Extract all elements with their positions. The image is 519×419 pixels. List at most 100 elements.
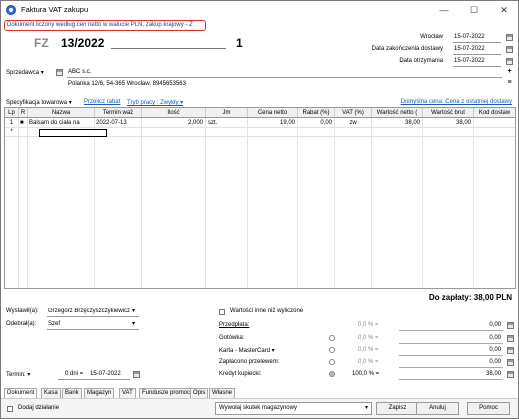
- credit-radio[interactable]: [329, 371, 335, 377]
- other-values-checkbox[interactable]: [219, 309, 225, 315]
- calculator-icon[interactable]: [507, 359, 514, 366]
- work-mode-link[interactable]: Tryb pracy : Zwykły ▾: [127, 99, 183, 106]
- prepayment-amount[interactable]: 0,00: [461, 322, 501, 328]
- col-unit[interactable]: Jm: [206, 108, 248, 117]
- cell-discount[interactable]: 0,00: [298, 119, 332, 128]
- banner-text: Dokument liczony według cen netto w walu…: [7, 22, 193, 28]
- cash-amount[interactable]: 0,00: [461, 335, 501, 341]
- tab-vat[interactable]: VAT: [119, 388, 136, 398]
- received-date-label: Data otrzymania: [399, 58, 443, 64]
- document-info-banner[interactable]: Dokument liczony według cen netto w walu…: [4, 20, 206, 31]
- col-lp[interactable]: Lp: [5, 108, 19, 117]
- prepayment-label[interactable]: Przedpłata:: [219, 322, 249, 328]
- tab-custom[interactable]: Własne: [209, 388, 236, 398]
- contact-card-icon[interactable]: [56, 69, 63, 76]
- add-action-label: Dodaj działanie: [18, 405, 60, 411]
- term-date[interactable]: 15-07-2022: [90, 371, 121, 377]
- issued-by-value[interactable]: Grzegorz Brzęczyszczykiewicz: [48, 308, 130, 314]
- cancel-button[interactable]: Anuluj: [416, 402, 459, 415]
- tab-cash[interactable]: Kasa: [41, 388, 61, 398]
- tab-warehouse[interactable]: Magazyn: [84, 388, 115, 398]
- cell-unit[interactable]: szt.: [208, 119, 246, 128]
- table-row[interactable]: 1 ■ Balsam do ciała na 2022-07-13 2,000 …: [5, 119, 515, 128]
- cell-lp: 1: [9, 120, 14, 126]
- app-icon: [6, 5, 16, 15]
- term-label[interactable]: Termin: ▾: [6, 371, 30, 378]
- calculator-icon[interactable]: [507, 322, 514, 329]
- calculator-icon[interactable]: [507, 371, 514, 378]
- title-bar: Faktura VAT zakupu — ☐ ✕: [1, 1, 518, 19]
- minimize-button[interactable]: —: [429, 1, 459, 19]
- transfer-radio[interactable]: [329, 359, 335, 365]
- calculator-icon[interactable]: [507, 335, 514, 342]
- menu-icon[interactable]: ≡: [506, 79, 513, 86]
- tab-bank[interactable]: Bank: [62, 388, 82, 398]
- place-label: Wrocław: [420, 34, 443, 40]
- col-expiry[interactable]: Termin waż: [95, 108, 142, 117]
- warehouse-effect-dropdown[interactable]: Wywołaj skutek magazynowy ▾: [215, 402, 372, 415]
- issued-underline: [47, 316, 139, 317]
- col-r[interactable]: R: [19, 108, 28, 117]
- col-net-value[interactable]: Wartość netto (: [372, 108, 423, 117]
- cell-vat[interactable]: zw: [335, 119, 371, 128]
- payment-underline: [399, 379, 503, 380]
- delivery-date-value[interactable]: 15-07-2022: [454, 46, 485, 52]
- col-name[interactable]: Nazwa: [28, 108, 95, 117]
- table-header: Lp R Nazwa Termin waż Ilość Jm Cena nett…: [5, 108, 515, 118]
- bottom-bar: Dodaj działanie Wywołaj skutek magazynow…: [1, 398, 518, 418]
- add-icon[interactable]: +: [506, 68, 513, 75]
- window-title: Faktura VAT zakupu: [21, 5, 89, 14]
- calendar-icon[interactable]: [506, 34, 513, 41]
- tab-promo-funds[interactable]: Fundusze promocji: [139, 388, 196, 398]
- card-amount[interactable]: 0,00: [461, 347, 501, 353]
- card-radio[interactable]: [329, 347, 335, 353]
- seller-name[interactable]: ABC s.c.: [68, 69, 91, 75]
- credit-pct: 100,0 % =: [352, 371, 380, 377]
- document-number[interactable]: 13/2022: [61, 36, 104, 50]
- received-date-value[interactable]: 15-07-2022: [454, 58, 485, 64]
- card-label[interactable]: Karta - MasterCard ▾: [219, 347, 275, 354]
- cash-radio[interactable]: [329, 335, 335, 341]
- transfer-amount[interactable]: 0,00: [461, 359, 501, 365]
- document-suffix[interactable]: 1: [236, 36, 243, 50]
- new-row-name-editor[interactable]: [39, 129, 107, 137]
- seller-label[interactable]: Sprzedawca ▾: [6, 69, 44, 76]
- calendar-icon[interactable]: [506, 46, 513, 53]
- col-net-price[interactable]: Cena netto: [248, 108, 298, 117]
- col-delivery-code[interactable]: Kod dostaw: [474, 108, 515, 117]
- close-button[interactable]: ✕: [489, 1, 519, 19]
- credit-label: Kredyt kupiecki:: [219, 371, 262, 377]
- delivery-date-label: Data zakończenia dostawy: [371, 46, 443, 52]
- received-by-label: Odebrał(a):: [6, 321, 37, 327]
- save-button[interactable]: Zapisz: [376, 402, 419, 415]
- calculator-icon[interactable]: [507, 347, 514, 354]
- payment-underline: [399, 343, 503, 344]
- col-discount[interactable]: Rabat (%): [298, 108, 335, 117]
- cell-qty[interactable]: 2,000: [142, 119, 203, 128]
- col-vat[interactable]: VAT (%): [335, 108, 372, 117]
- spec-dropdown[interactable]: Specyfikacja towarowa ▾: [6, 99, 72, 106]
- recalc-discount-link[interactable]: Przelicz rabat: [84, 99, 120, 105]
- cell-expiry[interactable]: 2022-07-13: [96, 119, 140, 128]
- new-row[interactable]: *: [5, 128, 515, 137]
- cell-net-price[interactable]: 19,00: [248, 119, 295, 128]
- help-button[interactable]: Pomoc: [467, 402, 510, 415]
- add-action-checkbox[interactable]: [7, 406, 13, 412]
- issue-date-value[interactable]: 15-07-2022: [454, 34, 485, 40]
- seller-address: Polanka 12/6, 54-365 Wrocław, 8945653563: [68, 81, 186, 87]
- received-by-value[interactable]: Szef: [48, 321, 60, 327]
- term-days[interactable]: 0 dni =: [65, 371, 83, 377]
- calendar-icon[interactable]: [506, 58, 513, 65]
- default-price-link[interactable]: Domyślna cena: Cena z ostatniej dostawy: [401, 99, 512, 105]
- tab-description[interactable]: Opis: [190, 388, 209, 398]
- chevron-down-icon[interactable]: ▾: [132, 307, 135, 314]
- maximize-button[interactable]: ☐: [459, 1, 489, 19]
- col-qty[interactable]: Ilość: [142, 108, 206, 117]
- credit-amount[interactable]: 38,00: [461, 371, 501, 377]
- col-gross-value[interactable]: Wartość brut: [423, 108, 474, 117]
- cell-name[interactable]: Balsam do ciała na: [29, 119, 93, 128]
- cell-delivery-code[interactable]: [474, 119, 514, 128]
- calendar-icon[interactable]: [133, 371, 140, 378]
- cash-label: Gotówka:: [219, 335, 245, 341]
- chevron-down-icon[interactable]: ▾: [132, 320, 135, 327]
